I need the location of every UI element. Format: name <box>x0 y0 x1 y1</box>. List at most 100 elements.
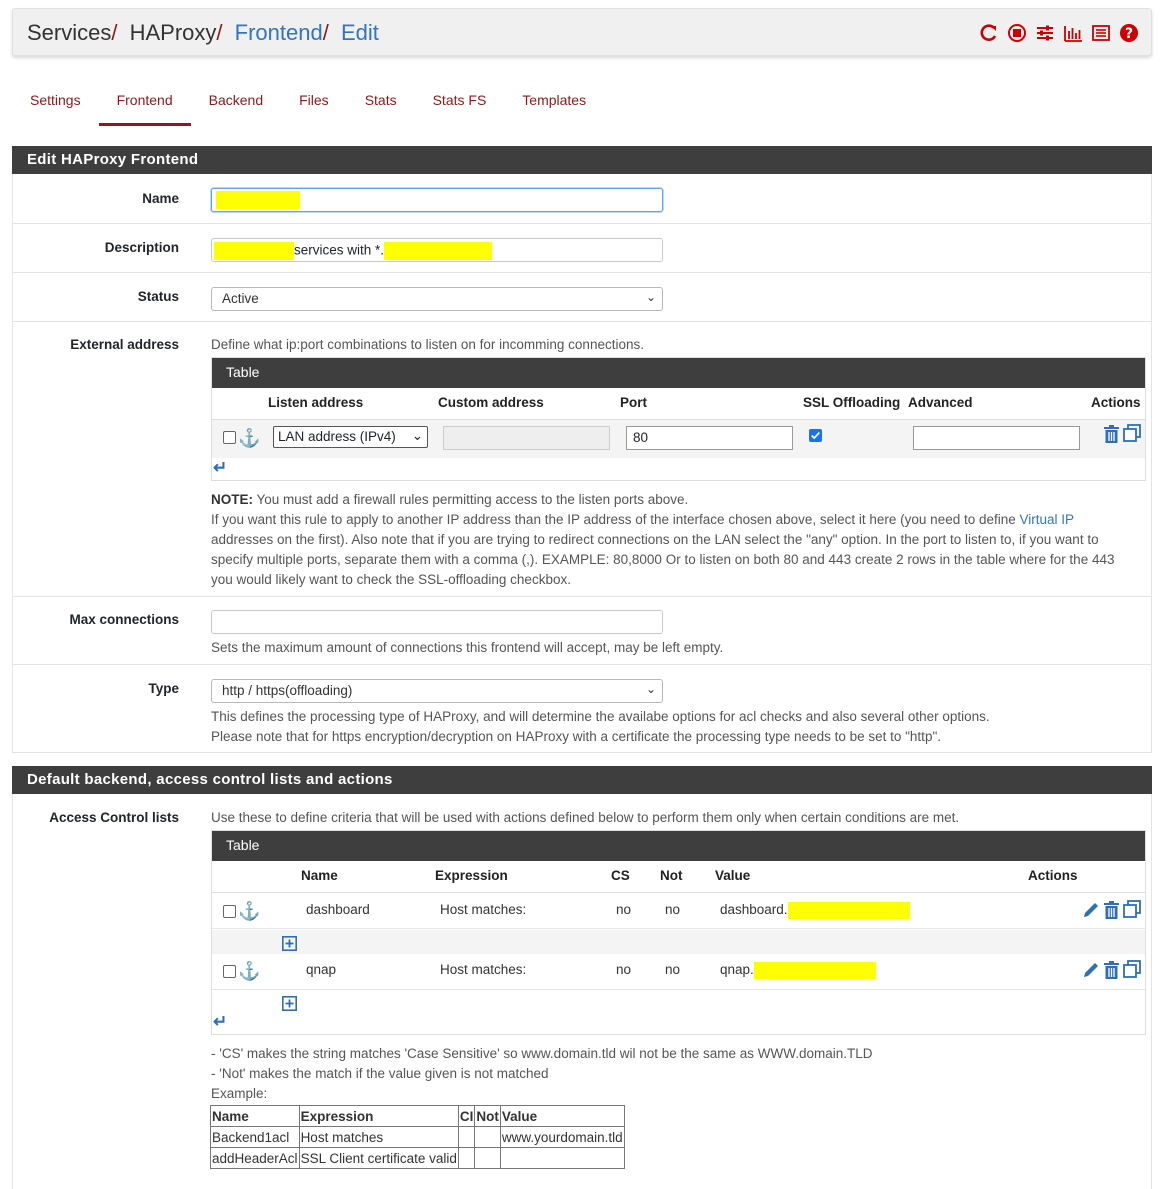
type-select[interactable]: http / https(offloading) ⌄ <box>211 679 663 703</box>
add-icon[interactable] <box>282 936 297 951</box>
tab-files[interactable]: Files <box>281 86 347 126</box>
breadcrumb: Services/ HAProxy/ Frontend/ Edit <box>27 20 379 45</box>
acl-table: Table Name Expression CS Not Value Actio… <box>211 830 1146 1035</box>
row-checkbox[interactable] <box>223 965 236 978</box>
copy-icon[interactable] <box>1123 424 1141 442</box>
row-checkbox[interactable] <box>223 431 236 444</box>
breadcrumb-edit[interactable]: Edit <box>341 20 379 45</box>
description-label: Description <box>104 240 179 255</box>
acl-hints: - 'CS' makes the string matches 'Case Se… <box>211 1046 873 1101</box>
col-actions: Actions <box>1091 395 1141 410</box>
table-title: Table <box>212 831 1145 861</box>
add-icon[interactable] <box>282 996 297 1011</box>
listen-address-select[interactable]: LAN address (IPv4) ⌄ <box>273 426 428 448</box>
external-address-help: Define what ip:port combinations to list… <box>211 337 644 352</box>
sliders-icon[interactable] <box>1035 23 1055 43</box>
advanced-input[interactable] <box>913 426 1080 450</box>
list-icon[interactable] <box>1091 23 1111 43</box>
chevron-down-icon: ⌄ <box>645 290 656 304</box>
edit-icon[interactable] <box>1082 901 1100 919</box>
acl-help: Use these to define criteria that will b… <box>211 810 960 825</box>
tab-stats-fs[interactable]: Stats FS <box>415 86 505 126</box>
anchor-icon[interactable]: ⚓ <box>238 429 260 447</box>
col-ssl-offloading: SSL Offloading <box>803 395 901 410</box>
acl-expression: Host matches: <box>440 902 527 917</box>
acl-name: qnap <box>306 962 337 977</box>
col-not: Not <box>660 868 683 883</box>
section-acl-title: Default backend, access control lists an… <box>12 766 1152 794</box>
custom-address-input[interactable] <box>443 426 610 450</box>
name-row: Name <box>12 174 1152 224</box>
col-name: Name <box>301 868 338 883</box>
acl-not: no <box>665 962 681 977</box>
redacted-highlight <box>753 962 876 979</box>
acl-name: dashboard <box>306 902 370 917</box>
name-input[interactable] <box>211 188 663 212</box>
restart-icon[interactable] <box>979 23 999 43</box>
name-label: Name <box>142 191 179 206</box>
acl-cs: no <box>616 902 632 917</box>
acl-value: dashboard. <box>720 902 788 918</box>
ssl-offloading-checkbox[interactable] <box>809 429 822 442</box>
max-connections-label: Max connections <box>69 612 179 627</box>
copy-icon[interactable] <box>1123 960 1141 978</box>
tab-frontend[interactable]: Frontend <box>98 86 191 126</box>
max-connections-help: Sets the maximum amount of connections t… <box>211 640 724 655</box>
max-connections-input[interactable] <box>211 610 663 634</box>
svg-text:?: ? <box>1125 26 1133 42</box>
trash-icon[interactable] <box>1103 961 1120 979</box>
top-icons: ? <box>979 23 1139 43</box>
port-input[interactable]: 80 <box>626 426 793 450</box>
acl-label: Access Control lists <box>49 810 179 825</box>
anchor-icon[interactable]: ⚓ <box>238 962 260 980</box>
type-help: This defines the processing type of HAPr… <box>211 709 990 744</box>
external-address-note: NOTE: You must add a firewall rules perm… <box>211 492 1115 587</box>
virtual-ip-link[interactable]: Virtual IP <box>1020 512 1075 527</box>
move-down-icon[interactable]: ↵ <box>213 459 227 477</box>
external-address-label: External address <box>70 337 179 352</box>
acl-value: qnap. <box>720 962 754 978</box>
trash-icon[interactable] <box>1103 425 1120 443</box>
status-label: Status <box>137 289 179 304</box>
chevron-down-icon: ⌄ <box>645 682 656 696</box>
max-connections-row: Max connections Sets the maximum amount … <box>12 597 1152 665</box>
anchor-icon[interactable]: ⚓ <box>238 902 260 920</box>
table-row: ⚓ qnap Host matches: no no qnap. <box>212 954 1145 990</box>
col-expression: Expression <box>435 868 508 883</box>
type-row: Type http / https(offloading) ⌄ This defi… <box>12 665 1152 753</box>
move-down-icon[interactable]: ↵ <box>213 1013 227 1031</box>
edit-icon[interactable] <box>1082 961 1100 979</box>
chevron-down-icon: ⌄ <box>411 428 423 443</box>
tab-bar: Settings Frontend Backend Files Stats St… <box>12 86 604 126</box>
help-icon[interactable]: ? <box>1119 23 1139 43</box>
stop-icon[interactable] <box>1007 23 1027 43</box>
col-value: Value <box>715 868 751 883</box>
breadcrumb-services[interactable]: Services <box>27 20 111 45</box>
col-listen-address: Listen address <box>268 395 364 410</box>
col-port: Port <box>620 395 647 410</box>
table-row-subpanel <box>212 930 1145 954</box>
trash-icon[interactable] <box>1103 901 1120 919</box>
acl-expression: Host matches: <box>440 962 527 977</box>
tab-stats[interactable]: Stats <box>347 86 415 126</box>
redacted-highlight <box>214 242 294 260</box>
bar-chart-icon[interactable] <box>1063 23 1083 43</box>
table-row-subpanel <box>212 991 1145 1015</box>
tab-templates[interactable]: Templates <box>504 86 604 126</box>
description-input[interactable]: services with *. <box>211 238 663 262</box>
status-select[interactable]: Active ⌄ <box>211 287 663 311</box>
copy-icon[interactable] <box>1123 900 1141 918</box>
tab-settings[interactable]: Settings <box>12 86 99 126</box>
tab-backend[interactable]: Backend <box>191 86 281 126</box>
status-row: Status Active ⌄ <box>12 273 1152 322</box>
col-actions: Actions <box>1028 868 1078 883</box>
redacted-highlight <box>787 902 910 919</box>
description-row: Description services with *. <box>12 224 1152 273</box>
table-title: Table <box>212 358 1145 388</box>
example-table: Name Expression CI Not Value Backend1acl… <box>210 1105 625 1169</box>
breadcrumb-frontend[interactable]: Frontend <box>235 20 323 45</box>
section-edit-frontend-title: Edit HAProxy Frontend <box>12 146 1152 174</box>
breadcrumb-haproxy[interactable]: HAProxy <box>130 20 217 45</box>
table-row: ⚓ LAN address (IPv4) ⌄ 80 <box>212 420 1145 458</box>
row-checkbox[interactable] <box>223 905 236 918</box>
